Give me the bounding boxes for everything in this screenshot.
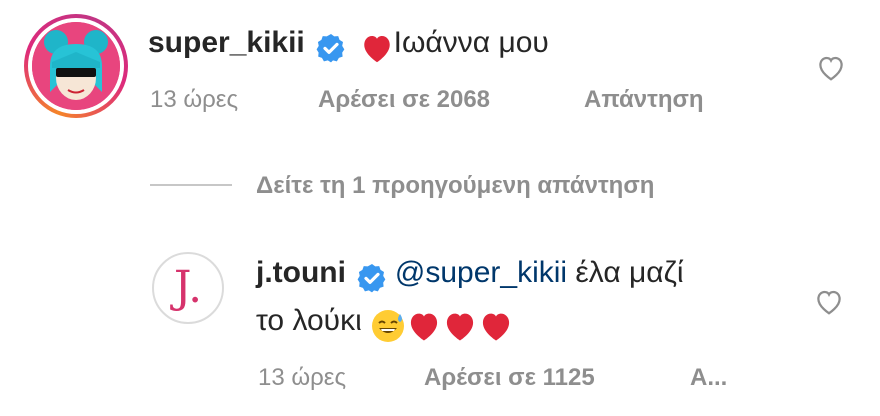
comment-likes-link[interactable]: Αρέσει σε 2068 bbox=[318, 86, 490, 114]
view-previous-replies-button[interactable]: Δείτε τη 1 προηγούμενη απάντηση bbox=[256, 172, 654, 200]
reply-text-line1: έλα μαζί bbox=[567, 256, 684, 289]
mention-link[interactable]: @super_kikii bbox=[395, 256, 567, 289]
comment-text: Ιωάννα μου bbox=[393, 26, 549, 59]
verified-badge-icon bbox=[316, 33, 345, 63]
replies-divider bbox=[150, 184, 232, 186]
avatar[interactable] bbox=[32, 22, 120, 110]
like-heart-icon[interactable] bbox=[816, 54, 846, 82]
avatar-illustration bbox=[32, 22, 120, 110]
heart-emoji-icon bbox=[411, 313, 438, 341]
reply-text-line2: το λούκι bbox=[256, 304, 371, 337]
verified-badge-icon bbox=[358, 263, 386, 293]
avatar-gap bbox=[28, 18, 124, 114]
reply-line-1: j.touni @super_kikii έλα μαζί bbox=[256, 256, 684, 294]
comment-reply-button[interactable]: Απάντηση bbox=[584, 86, 704, 114]
avatar-story-ring[interactable] bbox=[24, 14, 128, 118]
reply-reply-button[interactable]: Α... bbox=[690, 364, 727, 392]
avatar-logo-letter: J. bbox=[173, 262, 203, 313]
heart-emoji-icon bbox=[483, 313, 510, 341]
comment-line: super_kikii Ιωάννα μου bbox=[148, 26, 549, 64]
reply-username[interactable]: j.touni bbox=[256, 256, 346, 289]
heart-emoji-icon bbox=[363, 35, 390, 62]
reply-avatar[interactable]: J. bbox=[152, 252, 224, 324]
heart-emoji-icon bbox=[447, 313, 474, 341]
like-heart-icon[interactable] bbox=[814, 288, 844, 316]
comment-username[interactable]: super_kikii bbox=[148, 26, 305, 59]
sweat-smile-emoji-icon bbox=[372, 309, 405, 342]
comment-time: 13 ώρες bbox=[150, 86, 239, 113]
reply-likes-link[interactable]: Αρέσει σε 1125 bbox=[424, 364, 595, 392]
reply-time: 13 ώρες bbox=[258, 364, 347, 391]
reply-line-2: το λούκι bbox=[256, 304, 514, 344]
